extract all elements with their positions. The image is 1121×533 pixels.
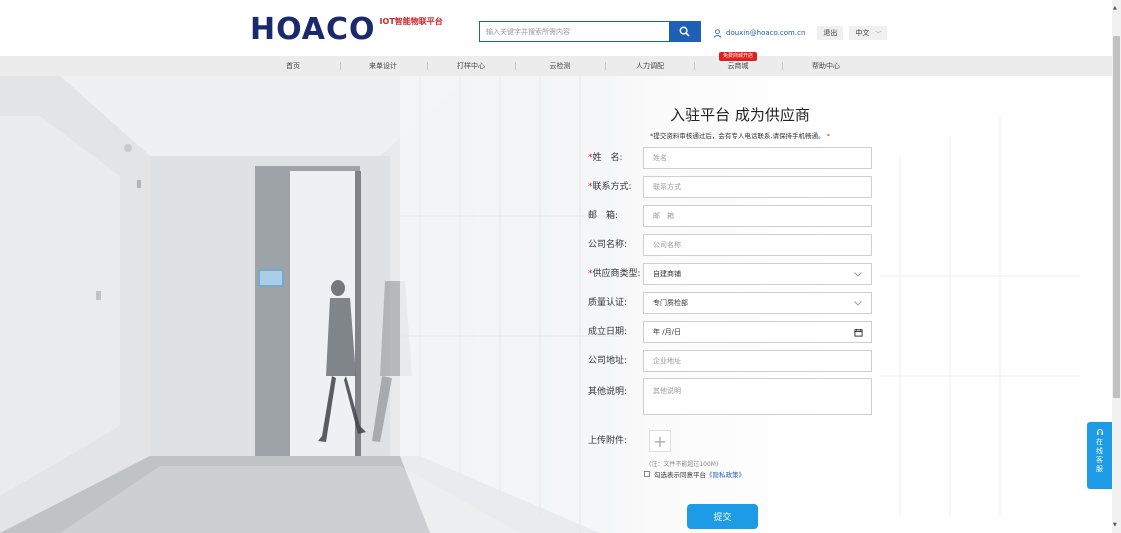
- field-row-contact: *联系方式:: [588, 176, 872, 198]
- nav-divider: [515, 62, 516, 70]
- nav-divider: [782, 62, 783, 70]
- site-header: HOACO IOT智能物联平台 douxin@hoaco.com.cn 退出 中…: [0, 0, 1112, 56]
- hero-background: [0, 76, 1112, 533]
- upload-size-note: (注：文件不能超过100M): [649, 461, 719, 468]
- form-note: *提交资料审核通过后，会有专人电话联系,请保持手机畅通。 *: [560, 130, 920, 140]
- nav-divider: [427, 62, 428, 70]
- submit-button[interactable]: 提交: [687, 504, 758, 529]
- user-email[interactable]: douxin@hoaco.com.cn: [726, 29, 805, 37]
- email-label: 邮 箱:: [588, 211, 619, 221]
- address-input[interactable]: [643, 350, 872, 372]
- search-button[interactable]: [669, 22, 700, 41]
- search-icon: [679, 26, 690, 37]
- field-row-name: *姓 名:: [588, 147, 872, 169]
- scroll-down-arrow-icon[interactable]: ▼: [1113, 522, 1117, 528]
- language-select[interactable]: 中文 ﹀: [849, 26, 888, 40]
- user-icon: [713, 28, 722, 38]
- upload-button[interactable]: +: [649, 430, 671, 452]
- field-row-other: 其他说明:: [588, 378, 872, 415]
- form-note-text: *提交资料审核通过后，会有专人电话联系,请保持手机畅通。: [650, 132, 825, 140]
- contact-input[interactable]: [643, 176, 872, 198]
- other-label: 其他说明:: [588, 387, 628, 397]
- privacy-policy-link[interactable]: 《隐私政策》: [706, 469, 745, 479]
- nav-divider: [605, 62, 606, 70]
- founded-date-input[interactable]: 年 /月/日: [643, 321, 872, 343]
- name-input[interactable]: [643, 147, 872, 169]
- language-label: 中文: [855, 29, 870, 37]
- search-bar: [479, 21, 701, 42]
- founded-date-label: 成立日期:: [588, 327, 628, 337]
- field-row-founded-date: 成立日期: 年 /月/日: [588, 321, 872, 343]
- calendar-icon: [854, 328, 863, 337]
- name-label: *姓 名:: [588, 153, 623, 163]
- address-label: 公司地址:: [588, 356, 628, 366]
- nav-divider: [340, 62, 341, 70]
- headset-icon: [1096, 429, 1103, 435]
- main-nav: 首页 来单设计 打样中心 云检测 人力调配 云商城 帮助中心: [0, 56, 1112, 76]
- nav-item-sampling[interactable]: 打样中心: [457, 56, 485, 76]
- user-area: douxin@hoaco.com.cn 退出 中文 ﹀: [713, 26, 888, 40]
- company-input[interactable]: [643, 234, 872, 256]
- certification-label: 质量认证:: [588, 298, 628, 308]
- email-input[interactable]: [643, 205, 872, 227]
- chevron-down-icon: [854, 271, 862, 277]
- nav-item-home[interactable]: 首页: [286, 56, 300, 76]
- agree-checkbox[interactable]: [644, 471, 650, 477]
- field-row-email: 邮 箱:: [588, 205, 872, 227]
- nav-item-cloud-inspection[interactable]: 云检测: [550, 56, 571, 76]
- field-row-upload: 上传附件:: [588, 430, 872, 452]
- supplier-type-label: *供应商类型:: [588, 269, 641, 279]
- form-title: 入驻平台 成为供应商: [670, 106, 810, 124]
- logo-tagline: IOT智能物联平台: [379, 17, 443, 26]
- scroll-thumb[interactable]: [1113, 36, 1120, 398]
- nav-divider: [694, 62, 695, 70]
- logo-text: HOACO: [250, 12, 376, 47]
- certification-select[interactable]: 专门质检部: [643, 292, 872, 314]
- logout-button[interactable]: 退出: [817, 26, 844, 40]
- mall-promo-badge: 免费商城开店: [719, 52, 757, 61]
- corridor-illustration: [0, 76, 1080, 533]
- plus-icon: +: [653, 431, 667, 451]
- vertical-scrollbar[interactable]: ▲ ▼: [1112, 0, 1121, 533]
- contact-label: *联系方式:: [588, 182, 632, 192]
- chevron-down-icon: ﹀: [875, 30, 882, 38]
- other-textarea[interactable]: [643, 378, 872, 415]
- logo[interactable]: HOACO IOT智能物联平台: [250, 14, 443, 46]
- company-label: 公司名称:: [588, 240, 628, 250]
- field-row-address: 公司地址:: [588, 350, 872, 372]
- agree-text: 勾选表示同意平台: [654, 471, 706, 479]
- field-row-certification: 质量认证: 专门质检部: [588, 292, 872, 314]
- online-service-tab[interactable]: 在线客服: [1087, 422, 1112, 489]
- field-row-company: 公司名称:: [588, 234, 872, 256]
- field-row-supplier-type: *供应商类型: 自建商铺: [588, 263, 872, 285]
- upload-label: 上传附件:: [588, 436, 628, 446]
- search-input[interactable]: [480, 22, 669, 41]
- nav-item-staffing[interactable]: 人力调配: [636, 56, 664, 76]
- nav-item-help[interactable]: 帮助中心: [812, 56, 840, 76]
- online-service-label: 在线客服: [1095, 438, 1104, 474]
- required-mark: *: [826, 132, 830, 140]
- supplier-type-value: 自建商铺: [653, 270, 681, 278]
- certification-value: 专门质检部: [653, 299, 688, 307]
- agreement: 勾选表示同意平台 《隐私政策》: [644, 469, 745, 479]
- chevron-down-icon: [854, 300, 862, 306]
- founded-date-value: 年 /月/日: [653, 328, 681, 336]
- nav-item-design[interactable]: 来单设计: [369, 56, 397, 76]
- supplier-type-select[interactable]: 自建商铺: [643, 263, 872, 285]
- scroll-up-arrow-icon[interactable]: ▲: [1113, 5, 1117, 11]
